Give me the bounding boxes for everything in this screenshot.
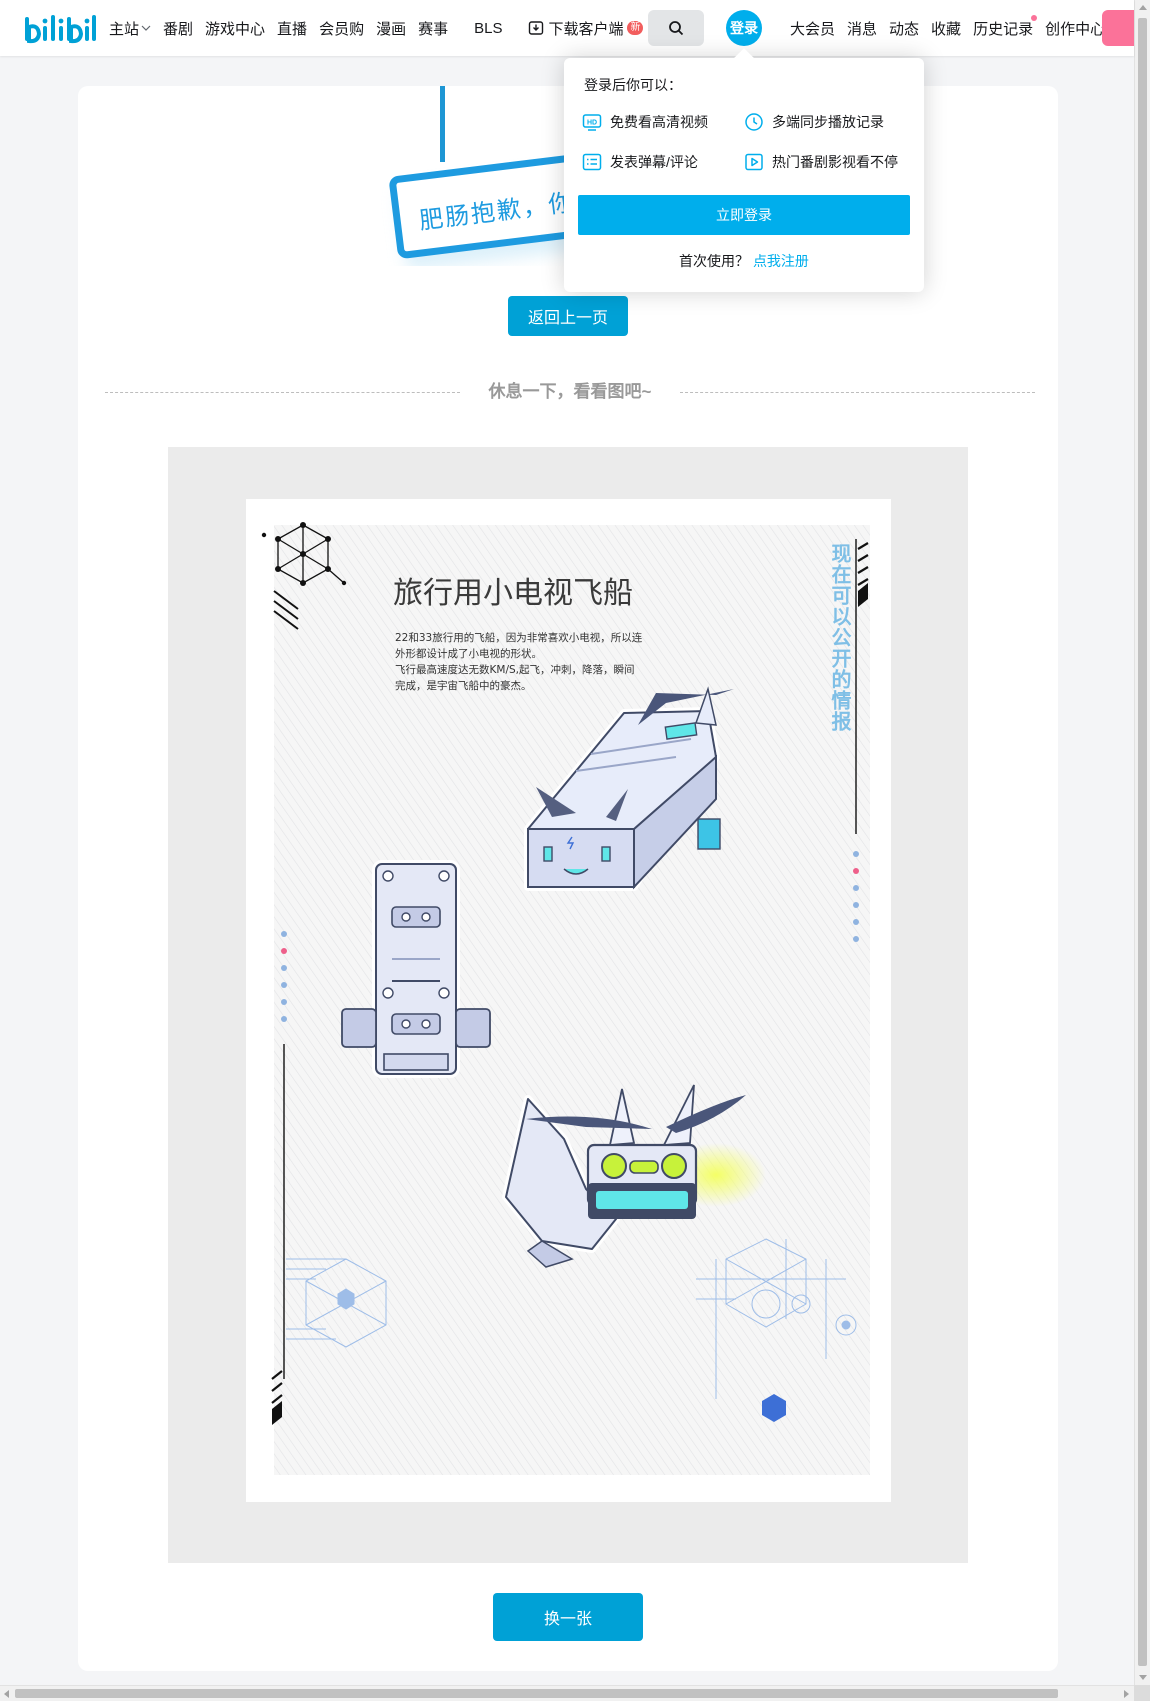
- nav-vip[interactable]: 大会员: [790, 18, 835, 39]
- register-prompt: 首次使用？ 点我注册: [564, 251, 924, 271]
- error-card: 肥肠抱歉，你要 返回上一页 休息一下，看看图吧~ 旅行用小电视飞船 22和33旅…: [78, 86, 1058, 1671]
- nav-creator-center[interactable]: 创作中心: [1045, 18, 1105, 39]
- nav-item-live[interactable]: 直播: [277, 18, 307, 39]
- perk-label: 多端同步播放记录: [772, 114, 884, 130]
- perk-label: 免费看高清视频: [610, 114, 708, 130]
- nav-favorites[interactable]: 收藏: [931, 18, 961, 39]
- swap-image-button[interactable]: 换一张: [493, 1593, 643, 1641]
- poster-desc-line-2: 外形都设计成了小电视的形状。: [395, 647, 542, 660]
- poster-artwork: 旅行用小电视飞船 22和33旅行用的飞船，因为非常喜欢小电视，所以连 外形都设计…: [261, 522, 870, 1475]
- comment-list-icon: [582, 153, 602, 171]
- scrollbar-corner: [1134, 1685, 1150, 1701]
- back-button[interactable]: 返回上一页: [508, 296, 628, 336]
- top-header: 主站 番剧 游戏中心 直播 会员购 漫画 赛事 BLS 下载客户端 新 登录 大…: [0, 0, 1134, 56]
- image-gallery: 旅行用小电视飞船 22和33旅行用的飞船，因为非常喜欢小电视，所以连 外形都设计…: [168, 447, 968, 1563]
- perk-sync-history: 多端同步播放记录: [744, 112, 884, 132]
- nav-item-manga[interactable]: 漫画: [376, 18, 406, 39]
- new-badge: 新: [627, 21, 644, 35]
- divider-text: 休息一下，看看图吧~: [488, 382, 652, 401]
- nav-history[interactable]: 历史记录: [973, 14, 1038, 39]
- register-prompt-text: 首次使用？: [679, 253, 750, 269]
- spaceship-poster: 旅行用小电视飞船 22和33旅行用的飞船，因为非常喜欢小电视，所以连 外形都设计…: [246, 499, 891, 1502]
- main-nav: 主站 番剧 游戏中心 直播 会员购 漫画 赛事 BLS 下载客户端 新: [109, 0, 655, 56]
- chevron-down-icon: [141, 25, 151, 31]
- svg-text:HD: HD: [587, 120, 597, 127]
- poster-desc-line-4: 完成，是宇宙飞船中的豪杰。: [395, 679, 532, 692]
- poster-desc-line-1: 22和33旅行用的飞船，因为非常喜欢小电视，所以连: [395, 631, 643, 644]
- nav-item-esports[interactable]: 赛事: [418, 18, 448, 39]
- nav-item-label: 创作中心: [1045, 20, 1106, 38]
- scroll-left-arrow[interactable]: [4, 1690, 9, 1698]
- scroll-right-arrow[interactable]: [1124, 1690, 1129, 1698]
- perk-label: 热门番剧影视看不停: [772, 154, 898, 170]
- bilibili-logo[interactable]: [24, 11, 96, 45]
- nav-item-label: 番剧: [163, 20, 194, 38]
- perk-anime-movies: 热门番剧影视看不停: [744, 152, 898, 172]
- nav-item-bls[interactable]: BLS: [474, 20, 502, 37]
- login-avatar-button[interactable]: 登录: [726, 10, 762, 46]
- perk-label: 发表弹幕/评论: [610, 154, 698, 170]
- rest-divider: 休息一下，看看图吧~: [105, 382, 1035, 402]
- search-icon: [669, 21, 684, 36]
- nav-item-main-site[interactable]: 主站: [109, 18, 151, 39]
- nav-item-label: BLS: [474, 19, 503, 37]
- nav-item-label: 会员购: [319, 20, 365, 38]
- nav-item-label: 消息: [847, 20, 878, 38]
- login-popover: 登录后你可以： HD 免费看高清视频 多端同步播放记录 发表弹幕/评论 热门番剧…: [564, 48, 924, 292]
- scroll-up-arrow[interactable]: [1139, 5, 1147, 10]
- nav-item-label: 游戏中心: [205, 20, 266, 38]
- nav-item-label: 大会员: [790, 20, 836, 38]
- search-button[interactable]: [648, 10, 704, 46]
- nav-item-game-center[interactable]: 游戏中心: [205, 18, 265, 39]
- upload-button[interactable]: [1102, 10, 1134, 46]
- notification-dot: [1031, 14, 1038, 21]
- nav-item-label: 直播: [277, 20, 308, 38]
- horizontal-scrollbar[interactable]: [0, 1685, 1150, 1701]
- vertical-scrollbar[interactable]: [1134, 0, 1150, 1685]
- login-now-button[interactable]: 立即登录: [578, 195, 910, 235]
- vertical-scroll-thumb[interactable]: [1138, 18, 1147, 1666]
- poster-title: 旅行用小电视飞船: [393, 576, 633, 611]
- play-icon: [745, 153, 763, 171]
- nav-item-label: 收藏: [931, 20, 962, 38]
- nav-item-label: 赛事: [418, 20, 449, 38]
- user-nav: 大会员 消息 动态 收藏 历史记录 创作中心: [790, 0, 1117, 56]
- download-client-link[interactable]: 下载客户端 新: [528, 18, 644, 39]
- download-icon: [529, 21, 544, 35]
- perk-hd-video: HD 免费看高清视频: [582, 112, 708, 132]
- download-client-label: 下载客户端: [548, 20, 624, 38]
- hd-icon: HD: [582, 114, 602, 131]
- nav-messages[interactable]: 消息: [847, 18, 877, 39]
- nav-item-label: 主站: [109, 20, 140, 38]
- horizontal-scroll-thumb[interactable]: [15, 1689, 1058, 1698]
- perk-danmaku-comments: 发表弹幕/评论: [582, 152, 698, 172]
- poster-desc-line-3: 飞行最高速度达无数KM/S,起飞，冲刺，降落，瞬间: [395, 663, 634, 676]
- nav-item-label: 历史记录: [973, 20, 1034, 38]
- nav-dynamics[interactable]: 动态: [889, 18, 919, 39]
- nav-item-label: 漫画: [376, 20, 407, 38]
- nav-item-shop[interactable]: 会员购: [319, 18, 364, 39]
- clock-icon: [745, 113, 763, 131]
- popover-title: 登录后你可以：: [584, 77, 682, 93]
- nav-item-anime[interactable]: 番剧: [163, 18, 193, 39]
- poster-vertical-text: 现在可以公开的情报: [828, 543, 852, 732]
- nav-item-label: 动态: [889, 20, 920, 38]
- scroll-down-arrow[interactable]: [1139, 1675, 1147, 1680]
- register-link[interactable]: 点我注册: [753, 253, 809, 269]
